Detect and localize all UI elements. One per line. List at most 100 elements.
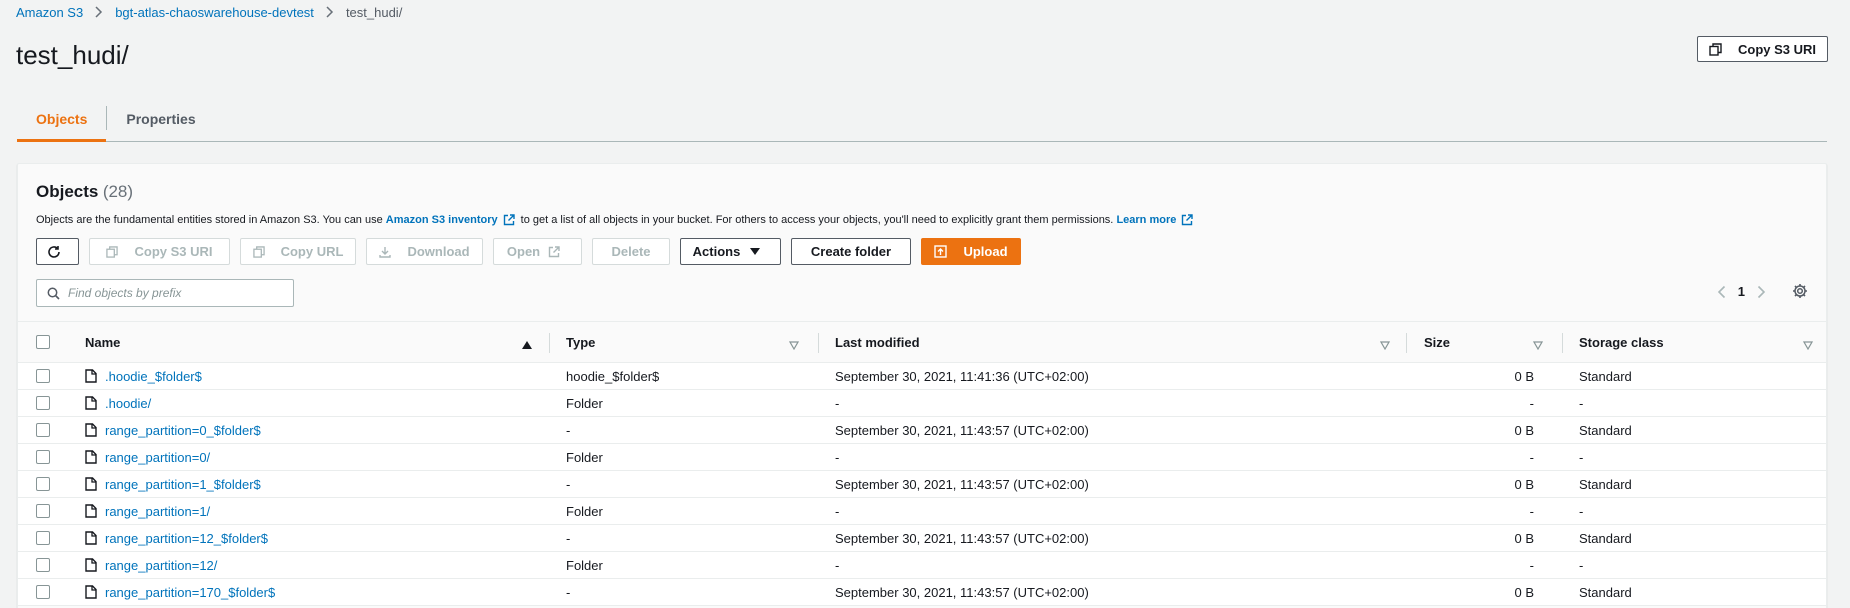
size-cell: - xyxy=(1529,395,1534,411)
table-row[interactable]: range_partition=170_$folder$ - September 3… xyxy=(18,579,1826,606)
row-checkbox[interactable] xyxy=(36,396,50,410)
create-folder-button[interactable]: Create folder xyxy=(791,238,911,265)
column-last-modified[interactable]: Last modified xyxy=(835,335,920,350)
column-storage-class[interactable]: Storage class xyxy=(1579,335,1664,350)
row-checkbox[interactable] xyxy=(36,423,50,437)
description-text-1: Objects are the fundamental entities sto… xyxy=(36,214,383,226)
sort-icon[interactable] xyxy=(1802,337,1814,355)
object-name-link[interactable]: range_partition=12_$folder$ xyxy=(105,531,268,546)
tab-properties[interactable]: Properties xyxy=(107,96,214,141)
sort-ascending-icon[interactable] xyxy=(522,337,532,355)
table-row[interactable]: .hoodie_$folder$ hoodie_$folder$ September… xyxy=(18,363,1826,390)
page-number[interactable]: 1 xyxy=(1738,284,1745,299)
download-label: Download xyxy=(407,244,470,259)
copy-s3-uri-toolbar-button[interactable]: Copy S3 URI xyxy=(89,238,230,265)
object-name-link[interactable]: .hoodie/ xyxy=(105,396,151,411)
caret-down-icon xyxy=(750,247,768,256)
object-name-link[interactable]: range_partition=0_$folder$ xyxy=(105,423,261,438)
chevron-right-icon[interactable] xyxy=(1757,285,1766,299)
copy-url-label: Copy URL xyxy=(280,244,344,259)
copy-icon xyxy=(252,245,273,258)
row-checkbox[interactable] xyxy=(36,585,50,599)
delete-label: Delete xyxy=(611,244,651,259)
upload-button[interactable]: Upload xyxy=(921,238,1021,265)
column-size[interactable]: Size xyxy=(1424,335,1450,350)
object-name-link[interactable]: range_partition=0/ xyxy=(105,450,210,465)
row-checkbox[interactable] xyxy=(36,531,50,545)
column-name[interactable]: Name xyxy=(85,335,120,350)
object-name-link[interactable]: range_partition=1/ xyxy=(105,504,210,519)
refresh-icon xyxy=(47,245,69,259)
description-text-2: to get a list of all objects in your buc… xyxy=(520,214,1114,226)
s3-inventory-link[interactable]: Amazon S3 inventory xyxy=(386,214,498,226)
row-checkbox[interactable] xyxy=(36,450,50,464)
learn-more-link[interactable]: Learn more xyxy=(1116,214,1176,226)
row-checkbox-cell xyxy=(36,531,50,545)
object-name-link[interactable]: .hoodie_$folder$ xyxy=(105,369,202,384)
sort-icon[interactable] xyxy=(1379,337,1391,355)
table-row[interactable]: range_partition=12/Folder - - - xyxy=(18,552,1826,579)
open-button[interactable]: Open xyxy=(493,238,582,265)
name-cell: .hoodie_$folder$ xyxy=(85,369,202,384)
external-link-icon xyxy=(1181,214,1194,226)
settings-gear-icon[interactable] xyxy=(1792,283,1808,304)
row-checkbox[interactable] xyxy=(36,558,50,572)
name-cell: range_partition=12/ xyxy=(85,558,217,573)
object-name-link[interactable]: range_partition=170_$folder$ xyxy=(105,585,275,600)
pagination: 1 xyxy=(1717,284,1766,299)
external-link-icon xyxy=(503,214,515,226)
size-cell: 0 B xyxy=(1514,476,1534,492)
last-modified-cell: September 30, 2021, 11:43:57 (UTC+02:00) xyxy=(835,530,1089,546)
select-all-checkbox[interactable] xyxy=(36,335,50,349)
storage-class-cell: - xyxy=(1579,557,1584,573)
folder-icon xyxy=(85,558,97,572)
delete-button[interactable]: Delete xyxy=(592,238,670,265)
storage-class-cell: - xyxy=(1579,395,1584,411)
table-row[interactable]: range_partition=0_$folder$ - September 30,… xyxy=(18,417,1826,444)
chevron-left-icon[interactable] xyxy=(1717,285,1726,299)
copy-s3-uri-label: Copy S3 URI xyxy=(1738,41,1817,57)
last-modified-cell: September 30, 2021, 11:43:57 (UTC+02:00) xyxy=(835,584,1089,600)
row-checkbox[interactable] xyxy=(36,477,50,491)
row-checkbox[interactable] xyxy=(36,504,50,518)
file-icon xyxy=(85,531,97,545)
breadcrumb-bucket[interactable]: bgt-atlas-chaoswarehouse-devtest xyxy=(115,5,314,20)
type-cell: hoodie_$folder$ xyxy=(566,368,660,384)
row-checkbox-cell xyxy=(36,558,50,572)
search-box xyxy=(36,279,294,307)
create-folder-label: Create folder xyxy=(810,244,892,259)
table-row[interactable]: range_partition=0/Folder - - - xyxy=(18,444,1826,471)
table-row[interactable]: range_partition=1_$folder$ - September 30,… xyxy=(18,471,1826,498)
table-row[interactable]: range_partition=12_$folder$ - September 30… xyxy=(18,525,1826,552)
copy-icon xyxy=(106,245,126,258)
table-row[interactable]: .hoodie/Folder - - - xyxy=(18,390,1826,417)
tab-objects[interactable]: Objects xyxy=(17,96,107,142)
copy-url-button[interactable]: Copy URL xyxy=(240,238,356,265)
actions-dropdown[interactable]: Actions xyxy=(680,238,781,265)
type-cell: Folder xyxy=(566,395,603,411)
storage-class-cell: Standard xyxy=(1579,476,1632,492)
sort-icon[interactable] xyxy=(788,337,800,355)
sort-icon[interactable] xyxy=(1532,337,1544,355)
search-input[interactable] xyxy=(68,286,278,300)
name-cell: range_partition=0_$folder$ xyxy=(85,423,261,438)
tab-bar: Objects Properties xyxy=(17,96,1827,142)
size-cell: 0 B xyxy=(1514,422,1534,438)
download-button[interactable]: Download xyxy=(366,238,483,265)
row-checkbox-cell xyxy=(36,585,50,599)
table-row[interactable]: range_partition=1/Folder - - - xyxy=(18,498,1826,525)
object-name-link[interactable]: range_partition=1_$folder$ xyxy=(105,477,261,492)
size-cell: - xyxy=(1529,449,1534,465)
breadcrumb-amazon-s3[interactable]: Amazon S3 xyxy=(16,5,83,20)
object-name-link[interactable]: range_partition=12/ xyxy=(105,558,217,573)
column-type-label: Type xyxy=(566,334,596,350)
row-checkbox-cell xyxy=(36,450,50,464)
column-type[interactable]: Type xyxy=(566,335,595,350)
download-icon xyxy=(379,246,399,258)
refresh-button[interactable] xyxy=(36,238,79,265)
file-icon xyxy=(85,585,97,599)
size-cell: 0 B xyxy=(1514,368,1534,384)
row-checkbox[interactable] xyxy=(36,369,50,383)
size-cell: - xyxy=(1529,557,1534,573)
copy-s3-uri-button[interactable]: Copy S3 URI xyxy=(1697,36,1828,62)
